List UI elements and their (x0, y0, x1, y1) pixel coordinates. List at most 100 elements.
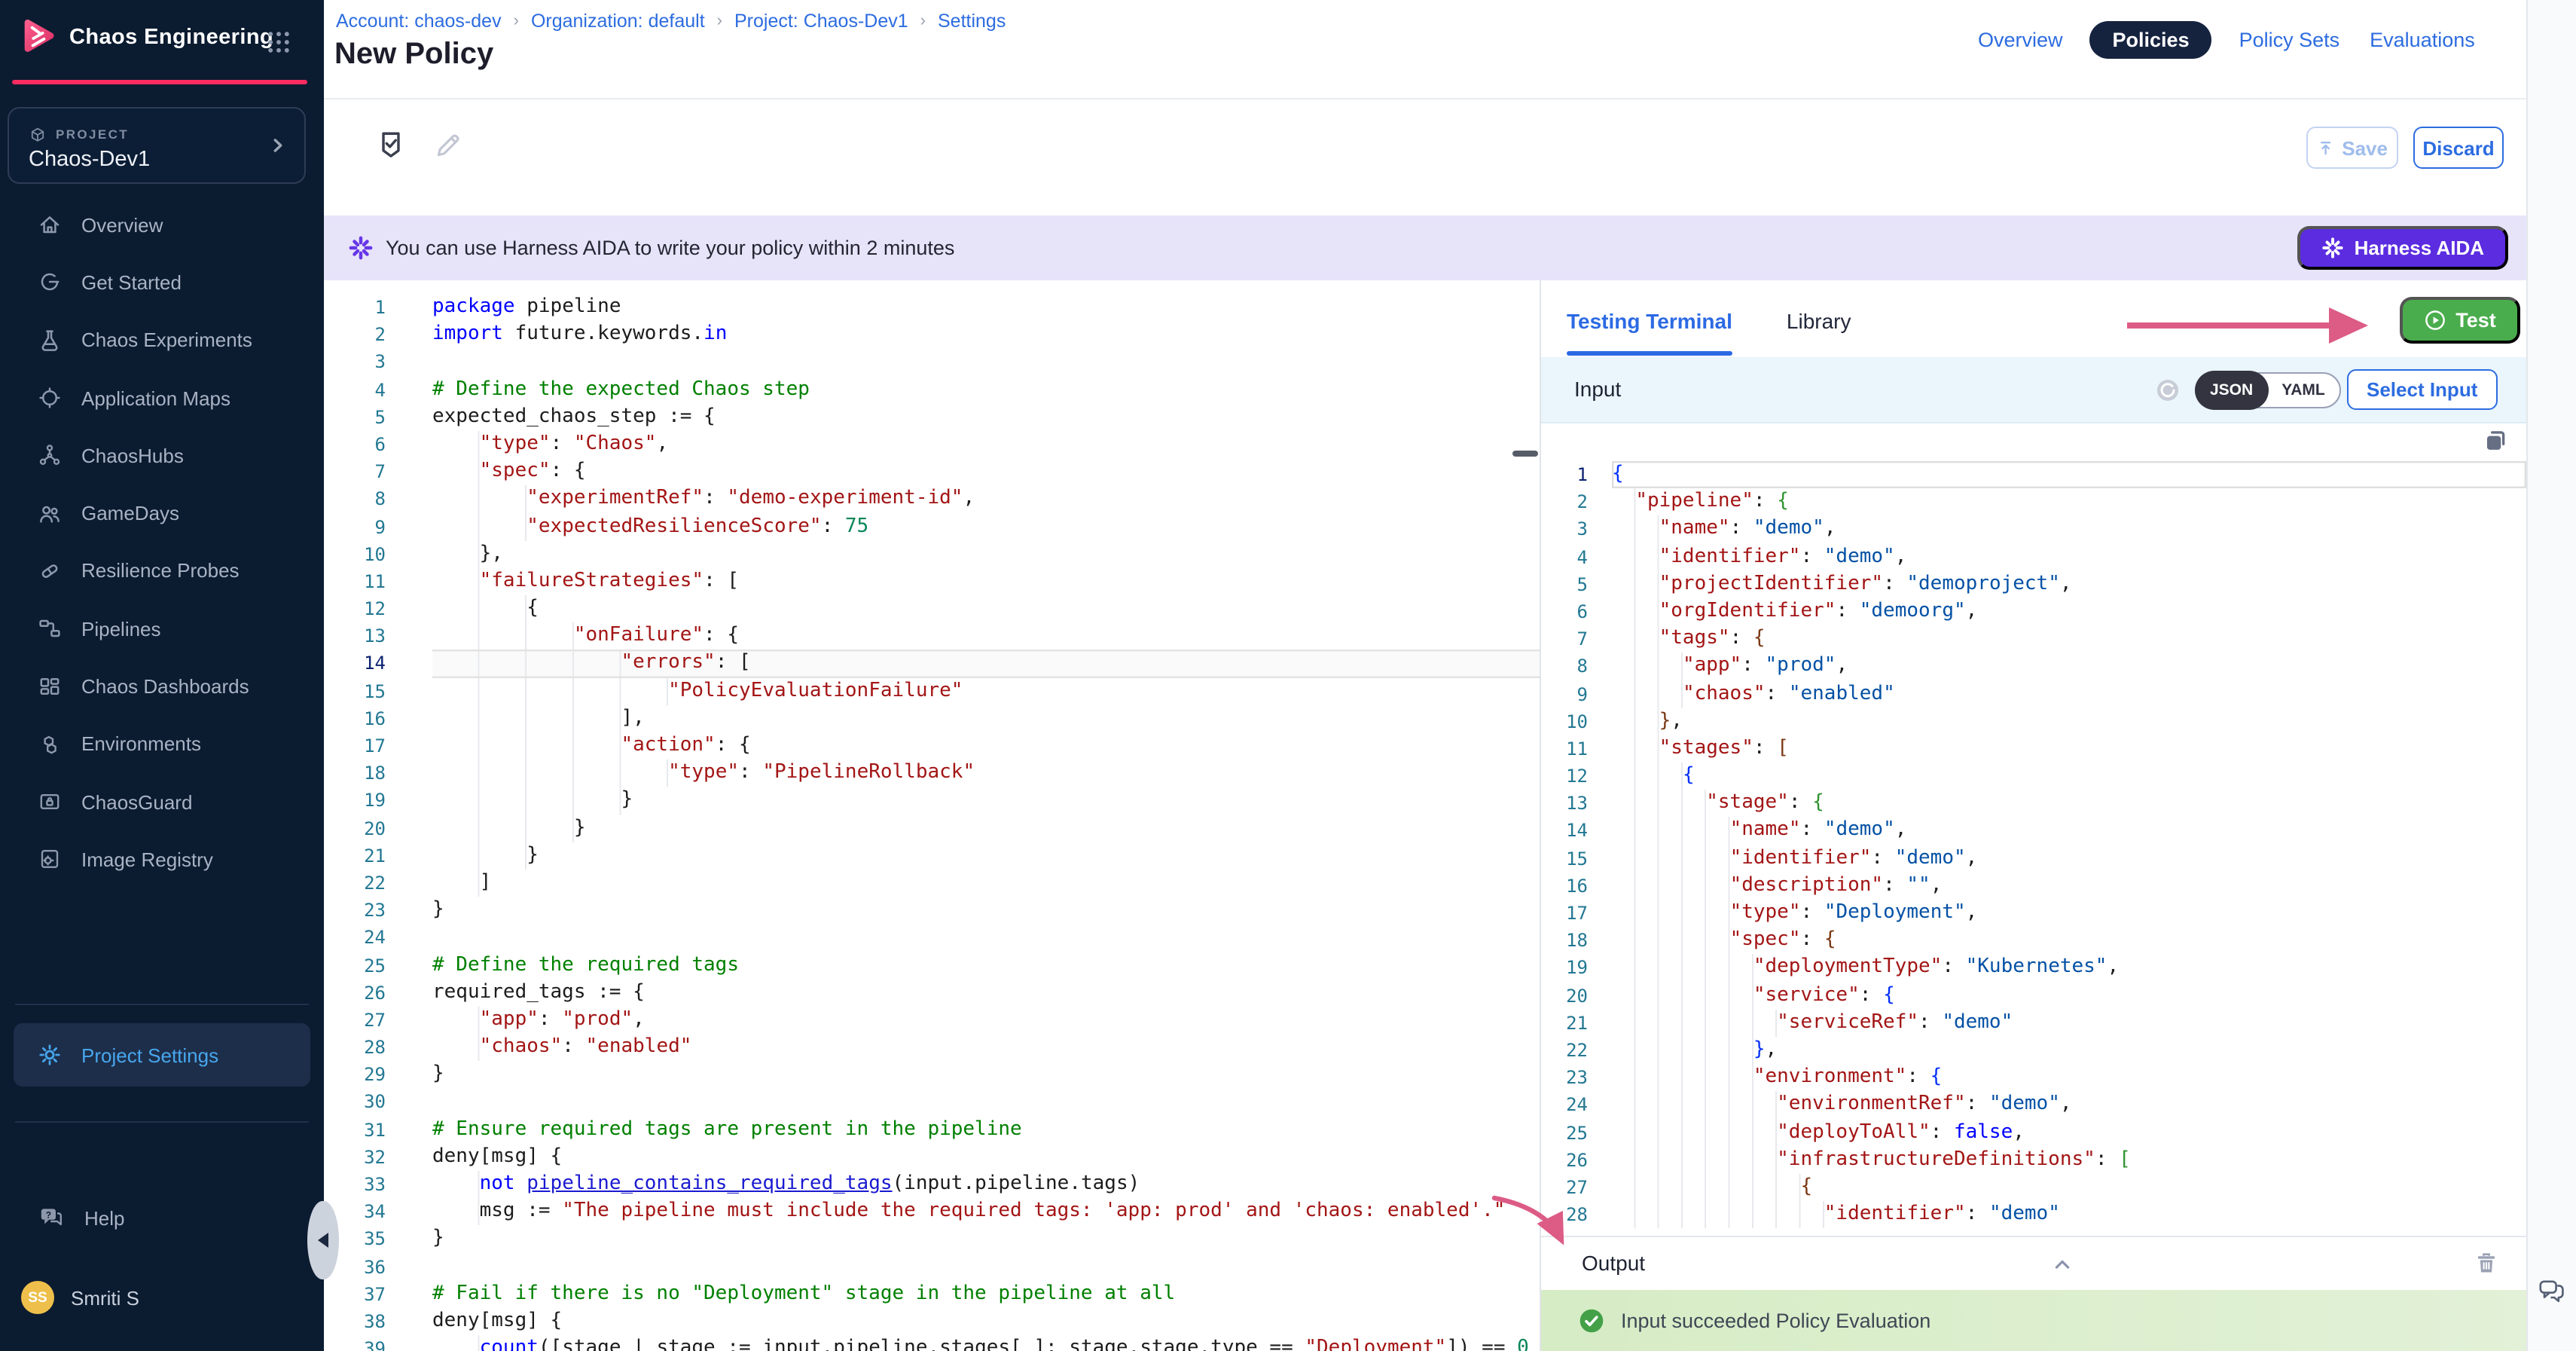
code-line[interactable]: 16 ], (324, 705, 1540, 732)
tab-library[interactable]: Library (1787, 309, 1851, 333)
code-line[interactable]: 19 } (324, 787, 1540, 815)
code-line[interactable]: 17 "type": "Deployment", (1541, 900, 2526, 927)
code-line[interactable]: 28 "chaos": "enabled" (324, 1034, 1540, 1061)
code-line[interactable]: 16 "description": "", (1541, 873, 2526, 900)
tab-policy-sets[interactable]: Policy Sets (2236, 21, 2343, 59)
code-line[interactable]: 11 "stages": [ (1541, 735, 2526, 763)
breadcrumb-link[interactable]: Settings (938, 11, 1006, 32)
code-line[interactable]: 12 { (324, 595, 1540, 622)
code-line[interactable]: 15 "identifier": "demo", (1541, 845, 2526, 872)
sidebar-item-chaos-experiments[interactable]: Chaos Experiments (0, 311, 324, 369)
code-line[interactable]: 20 "service": { (1541, 982, 2526, 1009)
sidebar-item-environments[interactable]: Environments (0, 715, 324, 773)
sidebar-item-chaos-dashboards[interactable]: Chaos Dashboards (0, 658, 324, 716)
code-line[interactable]: 23} (324, 897, 1540, 924)
code-line[interactable]: 31# Ensure required tags are present in … (324, 1116, 1540, 1143)
tab-overview[interactable]: Overview (1975, 21, 2066, 59)
code-line[interactable]: 6 "type": "Chaos", (324, 431, 1540, 458)
save-button[interactable]: Save (2306, 127, 2398, 169)
code-line[interactable]: 25# Define the required tags (324, 952, 1540, 979)
code-line[interactable]: 10 }, (1541, 708, 2526, 735)
sidebar-item-resilience-probes[interactable]: Resilience Probes (0, 543, 324, 601)
code-line[interactable]: 4# Define the expected Chaos step (324, 376, 1540, 403)
code-line[interactable]: 3 "name": "demo", (1541, 516, 2526, 543)
sidebar-item-gamedays[interactable]: GameDays (0, 484, 324, 543)
code-line[interactable]: 28 "identifier": "demo" (1541, 1201, 2526, 1228)
code-line[interactable]: 15 "PolicyEvaluationFailure" (324, 677, 1540, 705)
tab-testing-terminal[interactable]: Testing Terminal (1567, 309, 1732, 333)
code-line[interactable]: 18 "spec": { (1541, 927, 2526, 954)
code-line[interactable]: 2 "pipeline": { (1541, 488, 2526, 515)
harness-aida-button[interactable]: Harness AIDA (2297, 226, 2508, 270)
code-line[interactable]: 19 "deploymentType": "Kubernetes", (1541, 955, 2526, 982)
edit-pencil-icon[interactable] (432, 130, 464, 161)
code-line[interactable]: 30 (324, 1089, 1540, 1116)
sidebar-item-help[interactable]: ? Help (38, 1204, 125, 1231)
code-line[interactable]: 7 "tags": { (1541, 625, 2526, 653)
sidebar-item-chaoshubs[interactable]: ChaosHubs (0, 426, 324, 484)
code-line[interactable]: 22 ] (324, 870, 1540, 897)
code-line[interactable]: 18 "type": "PipelineRollback" (324, 760, 1540, 787)
code-line[interactable]: 14 "errors": [ (324, 650, 1540, 677)
tab-policies[interactable]: Policies (2090, 21, 2212, 59)
code-line[interactable]: 26 "infrastructureDefinitions": [ (1541, 1146, 2526, 1173)
trash-icon[interactable] (2474, 1251, 2499, 1276)
code-line[interactable]: 37# Fail if there is no "Deployment" sta… (324, 1281, 1540, 1308)
pane-resize-handle[interactable] (1512, 451, 1538, 456)
test-button[interactable]: Test (2400, 297, 2520, 344)
code-line[interactable]: 4 "identifier": "demo", (1541, 543, 2526, 570)
code-line[interactable]: 2import future.keywords.in (324, 321, 1540, 348)
code-line[interactable]: 27 { (1541, 1174, 2526, 1201)
code-line[interactable]: 32deny[msg] { (324, 1144, 1540, 1171)
code-line[interactable]: 34 msg := "The pipeline must include the… (324, 1198, 1540, 1225)
project-selector[interactable]: PROJECT Chaos-Dev1 (8, 107, 306, 184)
code-line[interactable]: 24 (324, 925, 1540, 952)
code-line[interactable]: 23 "environment": { (1541, 1064, 2526, 1091)
code-line[interactable]: 24 "environmentRef": "demo", (1541, 1092, 2526, 1119)
policy-validate-icon[interactable] (375, 130, 407, 161)
sidebar-item-get-started[interactable]: Get Started (0, 254, 324, 312)
format-json[interactable]: JSON (2195, 371, 2268, 410)
input-source-icon[interactable] (2156, 378, 2180, 402)
code-line[interactable]: 9 "chaos": "enabled" (1541, 680, 2526, 708)
code-line[interactable]: 11 "failureStrategies": [ (324, 568, 1540, 595)
code-line[interactable]: 3 (324, 349, 1540, 376)
input-json-editor[interactable]: 1{2 "pipeline": {3 "name": "demo",4 "ide… (1541, 423, 2526, 1236)
code-line[interactable]: 33 not pipeline_contains_required_tags(i… (324, 1171, 1540, 1198)
sidebar-item-overview[interactable]: Overview (0, 196, 324, 254)
code-line[interactable]: 5expected_chaos_step := { (324, 404, 1540, 431)
code-line[interactable]: 27 "app": "prod", (324, 1007, 1540, 1034)
support-chat-icon[interactable] (2537, 1276, 2567, 1307)
app-switcher-icon[interactable] (265, 29, 292, 56)
code-line[interactable]: 6 "orgIdentifier": "demoorg", (1541, 598, 2526, 625)
code-line[interactable]: 10 }, (324, 540, 1540, 567)
code-line[interactable]: 13 "onFailure": { (324, 623, 1540, 650)
code-line[interactable]: 13 "stage": { (1541, 790, 2526, 818)
breadcrumb-link[interactable]: Account: chaos-dev (336, 11, 502, 32)
breadcrumb-link[interactable]: Organization: default (531, 11, 705, 32)
code-line[interactable]: 21 "serviceRef": "demo" (1541, 1010, 2526, 1037)
code-line[interactable]: 22 }, (1541, 1037, 2526, 1064)
code-line[interactable]: 35} (324, 1226, 1540, 1253)
code-line[interactable]: 38deny[msg] { (324, 1308, 1540, 1335)
code-line[interactable]: 17 "action": { (324, 732, 1540, 760)
format-yaml[interactable]: YAML (2266, 372, 2340, 408)
sidebar-item-application-maps[interactable]: Application Maps (0, 369, 324, 427)
sidebar-collapse-handle[interactable] (307, 1201, 339, 1279)
code-line[interactable]: 29} (324, 1062, 1540, 1089)
policy-code-editor[interactable]: 1package pipeline2import future.keywords… (324, 280, 1540, 1351)
code-line[interactable]: 36 (324, 1253, 1540, 1280)
sidebar-item-project-settings[interactable]: Project Settings (14, 1023, 310, 1087)
code-line[interactable]: 7 "spec": { (324, 458, 1540, 485)
sidebar-item-pipelines[interactable]: Pipelines (0, 600, 324, 658)
code-line[interactable]: 12 { (1541, 763, 2526, 790)
code-line[interactable]: 5 "projectIdentifier": "demoproject", (1541, 571, 2526, 598)
code-line[interactable]: 20 } (324, 815, 1540, 842)
code-line[interactable]: 26required_tags := { (324, 979, 1540, 1006)
discard-button[interactable]: Discard (2413, 127, 2504, 169)
code-line[interactable]: 14 "name": "demo", (1541, 818, 2526, 845)
code-line[interactable]: 1package pipeline (324, 294, 1540, 321)
user-menu[interactable]: SS Smriti S (21, 1281, 139, 1314)
copy-icon[interactable] (2483, 428, 2508, 454)
code-line[interactable]: 9 "expectedResilienceScore": 75 (324, 513, 1540, 540)
